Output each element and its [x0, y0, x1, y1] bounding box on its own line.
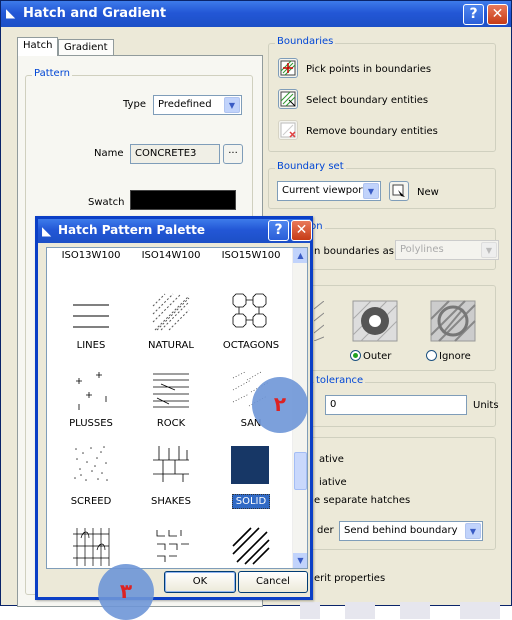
draw-order-value: Send behind boundary: [344, 525, 458, 536]
palette-close-button[interactable]: ✕: [291, 220, 312, 241]
new-set-icon: [392, 184, 405, 197]
pick-points-button[interactable]: [278, 58, 298, 78]
pattern-label[interactable]: PLUSSES: [49, 418, 133, 429]
boundary-set-legend: Boundary set: [275, 161, 346, 172]
pattern-solid-swatch[interactable]: [231, 446, 269, 484]
pattern-label[interactable]: SHAKES: [129, 496, 213, 507]
window-title: Hatch and Gradient: [23, 6, 167, 21]
select-entities-label: Select boundary entities: [306, 95, 429, 106]
scroll-up-icon[interactable]: ▲: [293, 248, 307, 263]
step-2-badge: ٢: [252, 377, 308, 433]
retain-as-label: n boundaries as: [314, 246, 394, 257]
non-associative-option[interactable]: iative: [319, 477, 347, 488]
type-select[interactable]: Predefined ▼: [153, 95, 242, 115]
pattern-label[interactable]: SCREED: [49, 496, 133, 507]
palette-title: Hatch Pattern Palette: [58, 223, 205, 237]
draw-order-select[interactable]: Send behind boundary ▼: [339, 521, 483, 541]
outer-island-preview: [352, 300, 398, 342]
name-field[interactable]: CONCRETE3: [130, 144, 220, 164]
tolerance-input[interactable]: 0: [325, 395, 467, 415]
outer-radio-dot: [350, 350, 361, 361]
boundaries-legend: Boundaries: [275, 36, 336, 47]
swatch-label: Swatch: [88, 197, 125, 208]
boundary-set-select[interactable]: Current viewport ▼: [277, 181, 381, 201]
ignore-island-preview: [430, 300, 476, 342]
pattern-steel-swatch[interactable]: [231, 526, 271, 566]
units-label: Units: [473, 400, 499, 411]
ok-button[interactable]: OK: [164, 571, 236, 593]
pattern-natural-swatch[interactable]: [151, 292, 191, 332]
outer-radio[interactable]: Outer: [350, 350, 391, 362]
pattern-shakes-swatch[interactable]: [151, 444, 191, 484]
remove-entities-label: Remove boundary entities: [306, 126, 438, 137]
pattern-label[interactable]: NATURAL: [129, 340, 213, 351]
pattern-label-selected[interactable]: SOLID: [209, 494, 293, 509]
pattern-plusses-swatch[interactable]: [71, 370, 111, 410]
new-boundary-set-button[interactable]: [389, 181, 409, 201]
name-label: Name: [94, 148, 124, 159]
boundary-set-value: Current viewport: [282, 185, 367, 196]
pattern-legend: Pattern: [32, 68, 72, 79]
scroll-down-icon[interactable]: ▼: [293, 553, 307, 568]
remove-entities-icon: [280, 122, 296, 138]
autocad-app-icon: ◣: [6, 6, 16, 20]
chevron-down-icon: ▼: [465, 523, 481, 539]
palette-title-bar: ◣ Hatch Pattern Palette ? ✕: [38, 219, 312, 243]
pattern-lines-swatch[interactable]: [71, 292, 111, 332]
title-bar: ◣ Hatch and Gradient ? ✕: [1, 1, 511, 27]
inherit-properties-button[interactable]: erit properties: [314, 573, 385, 584]
ignore-label: Ignore: [439, 351, 471, 362]
pattern-label[interactable]: ISO13W100: [49, 250, 133, 261]
ignore-radio[interactable]: Ignore: [426, 350, 471, 362]
pattern-label[interactable]: ROCK: [129, 418, 213, 429]
palette-help-button[interactable]: ?: [268, 220, 289, 241]
scroll-thumb[interactable]: [294, 452, 307, 490]
bottom-strip: [460, 602, 500, 619]
step-3-badge: ٣: [98, 564, 154, 620]
ignore-radio-dot: [426, 350, 437, 361]
tolerance-legend: tolerance: [314, 375, 366, 386]
associative-option[interactable]: ative: [319, 454, 344, 465]
pattern-label[interactable]: ISO15W100: [209, 250, 293, 261]
tab-gradient[interactable]: Gradient: [58, 39, 114, 55]
draw-order-label: der: [317, 525, 334, 536]
autocad-app-icon: ◣: [42, 224, 52, 238]
pattern-screed-swatch[interactable]: [71, 444, 111, 484]
type-label: Type: [123, 99, 146, 110]
separate-hatches-option[interactable]: e separate hatches: [314, 495, 410, 506]
type-value: Predefined: [158, 99, 212, 110]
bottom-strip: [300, 602, 320, 619]
pattern-rock-swatch[interactable]: [151, 370, 191, 410]
pattern-octagons-swatch[interactable]: [231, 292, 271, 332]
name-value: CONCRETE3: [135, 148, 197, 159]
pick-points-label: Pick points in boundaries: [306, 64, 432, 75]
browse-pattern-button[interactable]: ...: [223, 144, 243, 164]
outer-label: Outer: [363, 351, 392, 362]
retain-as-value: Polylines: [400, 244, 444, 255]
new-label: New: [417, 187, 439, 198]
tab-hatch[interactable]: Hatch: [17, 37, 59, 56]
bottom-strip: [345, 602, 375, 619]
normal-island-preview: [314, 301, 324, 341]
cancel-button[interactable]: Cancel: [238, 571, 308, 593]
pattern-label[interactable]: OCTAGONS: [209, 340, 293, 351]
chevron-down-icon: ▼: [363, 183, 379, 199]
swatch-preview[interactable]: [130, 190, 236, 210]
retain-as-select[interactable]: Polylines ▼: [395, 240, 499, 260]
help-button[interactable]: ?: [463, 4, 484, 25]
pick-points-icon: [280, 60, 296, 76]
remove-entities-button[interactable]: [278, 120, 298, 140]
pattern-label[interactable]: LINES: [49, 340, 133, 351]
chevron-down-icon: ▼: [224, 97, 240, 113]
selected-pattern-label: SOLID: [231, 494, 271, 509]
pattern-squares-swatch[interactable]: [151, 526, 191, 566]
close-button[interactable]: ✕: [487, 4, 508, 25]
select-entities-icon: [280, 91, 296, 107]
select-entities-button[interactable]: [278, 89, 298, 109]
pattern-label[interactable]: ISO14W100: [129, 250, 213, 261]
chevron-down-icon: ▼: [481, 242, 497, 258]
bottom-strip: [400, 602, 430, 619]
